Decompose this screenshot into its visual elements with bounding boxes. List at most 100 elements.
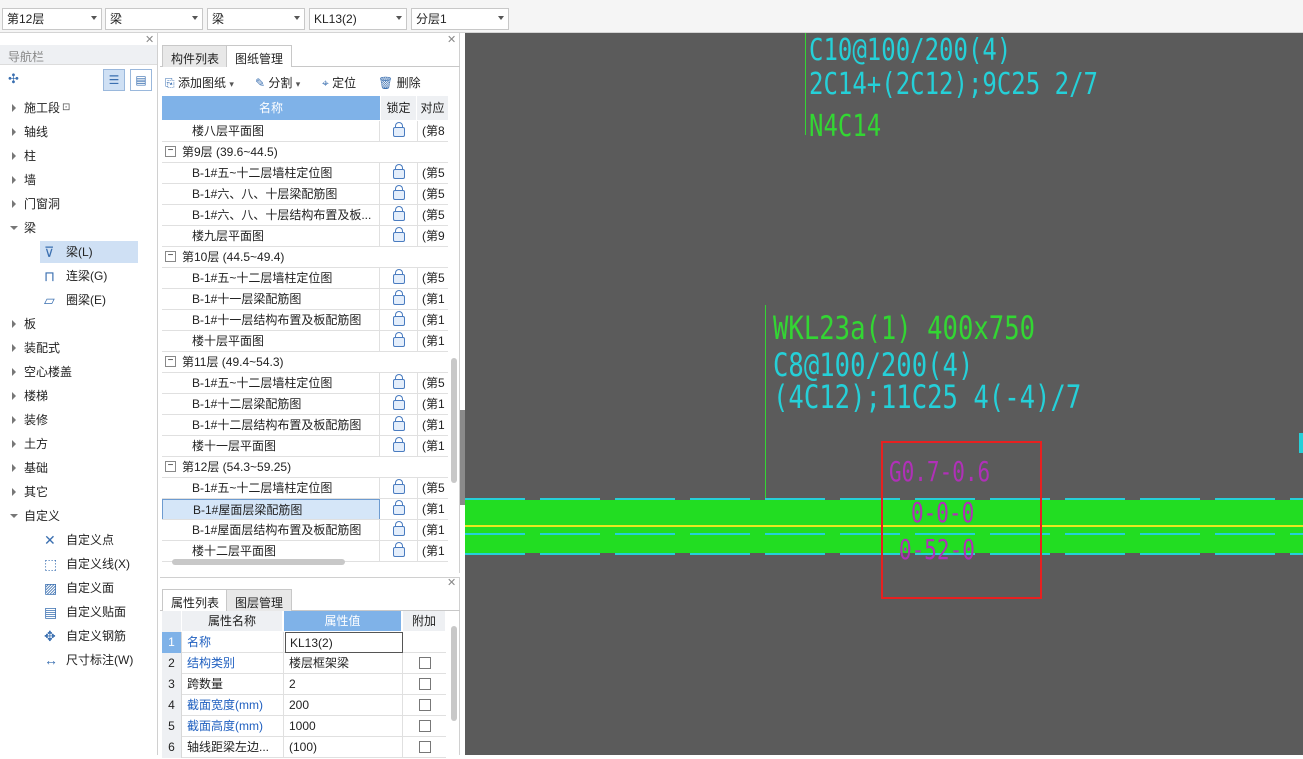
nav-item[interactable]: 土方: [0, 433, 158, 455]
nav-subitem[interactable]: ↔ 尺寸标注(W): [40, 649, 138, 671]
column-extra[interactable]: 附加: [403, 611, 446, 631]
nav-item[interactable]: 梁: [0, 217, 158, 239]
tab-component-list[interactable]: 构件列表: [162, 45, 229, 67]
nav-item[interactable]: 楼梯: [0, 385, 158, 407]
chevron-right-icon[interactable]: [12, 152, 16, 160]
chevron-down-icon[interactable]: [10, 514, 18, 518]
extra-checkbox[interactable]: [419, 699, 431, 711]
drawing-row[interactable]: B-1#十二层梁配筋图 (第1: [162, 394, 448, 415]
chevron-right-icon[interactable]: [12, 344, 16, 352]
lock-cell[interactable]: [381, 436, 418, 456]
collapse-icon[interactable]: −: [165, 146, 176, 157]
property-value[interactable]: 1000: [285, 716, 403, 737]
collapse-icon[interactable]: −: [165, 356, 176, 367]
nav-subitem[interactable]: ⊽ 梁(L): [40, 241, 138, 263]
lock-icon[interactable]: [393, 227, 405, 242]
extra-checkbox[interactable]: [419, 741, 431, 753]
nav-item[interactable]: 板: [0, 313, 158, 335]
property-row[interactable]: 5 截面高度(mm) 1000: [162, 716, 446, 737]
locate-button[interactable]: ⌖ 定位: [322, 73, 356, 93]
chevron-right-icon[interactable]: [12, 200, 16, 208]
drawing-row[interactable]: B-1#十二层结构布置及板配筋图 (第1: [162, 415, 448, 436]
lock-cell[interactable]: [381, 331, 418, 351]
chevron-right-icon[interactable]: [12, 104, 16, 112]
chevron-right-icon[interactable]: [12, 488, 16, 496]
nav-item[interactable]: 施工段 ⊡: [0, 97, 158, 119]
lock-cell[interactable]: [381, 478, 418, 498]
tab-drawing-management[interactable]: 图纸管理: [226, 45, 293, 67]
property-row[interactable]: 2 结构类别 楼层框架梁: [162, 653, 446, 674]
lock-icon[interactable]: [393, 479, 405, 494]
nav-subitem[interactable]: ⬚ 自定义线(X): [40, 553, 138, 575]
lock-cell[interactable]: [381, 163, 418, 183]
property-row[interactable]: 3 跨数量 2: [162, 674, 446, 695]
list-view-icon[interactable]: ☰: [103, 69, 125, 91]
pin-icon[interactable]: ✣: [8, 71, 19, 87]
lock-icon[interactable]: [393, 311, 405, 326]
lock-icon[interactable]: [393, 122, 405, 137]
subtype-select[interactable]: 梁: [207, 8, 305, 30]
column-corresponding[interactable]: 对应: [417, 96, 449, 120]
lock-icon[interactable]: [393, 395, 405, 410]
lock-cell[interactable]: [381, 205, 418, 225]
nav-item[interactable]: 装修: [0, 409, 158, 431]
cad-canvas[interactable]: C10@100/200(4) 2C14+(2C12);9C25 2/7 N4C1…: [465, 33, 1303, 755]
floor-group-row[interactable]: − 第12层 (54.3~59.25): [162, 457, 448, 478]
chevron-right-icon[interactable]: [12, 128, 16, 136]
extra-checkbox[interactable]: [419, 678, 431, 690]
drawing-row[interactable]: B-1#屋面层梁配筋图 (第1: [162, 499, 448, 520]
nav-subitem[interactable]: ▨ 自定义面: [40, 577, 138, 599]
nav-item[interactable]: 装配式: [0, 337, 158, 359]
lock-icon[interactable]: [393, 164, 405, 179]
nav-subitem[interactable]: ▱ 圈梁(E): [40, 289, 138, 311]
lock-icon[interactable]: [393, 500, 405, 515]
nav-item[interactable]: 轴线: [0, 121, 158, 143]
lock-icon[interactable]: [393, 542, 405, 557]
nav-subitem[interactable]: ▤ 自定义贴面: [40, 601, 138, 623]
lock-icon[interactable]: [393, 437, 405, 452]
extra-checkbox[interactable]: [419, 657, 431, 669]
property-value[interactable]: 200: [285, 695, 403, 716]
drawing-row[interactable]: 楼十层平面图 (第1: [162, 331, 448, 352]
lock-cell[interactable]: [381, 415, 418, 435]
lock-icon[interactable]: [393, 521, 405, 536]
lock-cell[interactable]: [381, 226, 418, 246]
detail-view-icon[interactable]: ▤: [130, 69, 152, 91]
lock-icon[interactable]: [393, 416, 405, 431]
component-select[interactable]: KL13(2): [309, 8, 407, 30]
drawing-row[interactable]: 楼八层平面图 (第8: [162, 121, 448, 142]
chevron-right-icon[interactable]: [12, 392, 16, 400]
horizontal-scrollbar[interactable]: [172, 559, 345, 565]
column-name[interactable]: 名称: [162, 96, 381, 120]
lock-cell[interactable]: [381, 289, 418, 309]
lock-icon[interactable]: [393, 290, 405, 305]
close-icon[interactable]: ✕: [145, 33, 154, 46]
nav-item[interactable]: 墙: [0, 169, 158, 191]
tab-layer-management[interactable]: 图层管理: [226, 589, 293, 611]
type-select[interactable]: 梁: [105, 8, 203, 30]
drawing-row[interactable]: B-1#屋面层结构布置及板配筋图 (第1: [162, 520, 448, 541]
lock-cell[interactable]: [381, 394, 418, 414]
lock-cell[interactable]: [381, 268, 418, 288]
column-property-value[interactable]: 属性值: [284, 611, 402, 631]
lock-cell[interactable]: [381, 520, 418, 540]
drawing-row[interactable]: B-1#十一层结构布置及板配筋图 (第1: [162, 310, 448, 331]
property-value[interactable]: 2: [285, 674, 403, 695]
column-property-name[interactable]: 属性名称: [182, 611, 283, 631]
property-row[interactable]: 4 截面宽度(mm) 200: [162, 695, 446, 716]
nav-item[interactable]: 门窗洞: [0, 193, 158, 215]
lock-icon[interactable]: [393, 185, 405, 200]
property-row[interactable]: 1 名称 KL13(2): [162, 632, 446, 653]
nav-subitem[interactable]: ✥ 自定义钢筋: [40, 625, 138, 647]
add-drawing-button[interactable]: ⎘ 添加图纸 ▾: [165, 73, 234, 93]
lock-cell[interactable]: [381, 310, 418, 330]
drawing-row[interactable]: B-1#五~十二层墙柱定位图 (第5: [162, 163, 448, 184]
vertical-scrollbar[interactable]: [451, 626, 457, 721]
chevron-right-icon[interactable]: [12, 440, 16, 448]
lock-icon[interactable]: [393, 206, 405, 221]
drawing-row[interactable]: 楼十一层平面图 (第1: [162, 436, 448, 457]
lock-cell[interactable]: [381, 184, 418, 204]
lock-cell[interactable]: [381, 121, 418, 141]
tab-property-list[interactable]: 属性列表: [162, 589, 229, 611]
chevron-right-icon[interactable]: [12, 416, 16, 424]
